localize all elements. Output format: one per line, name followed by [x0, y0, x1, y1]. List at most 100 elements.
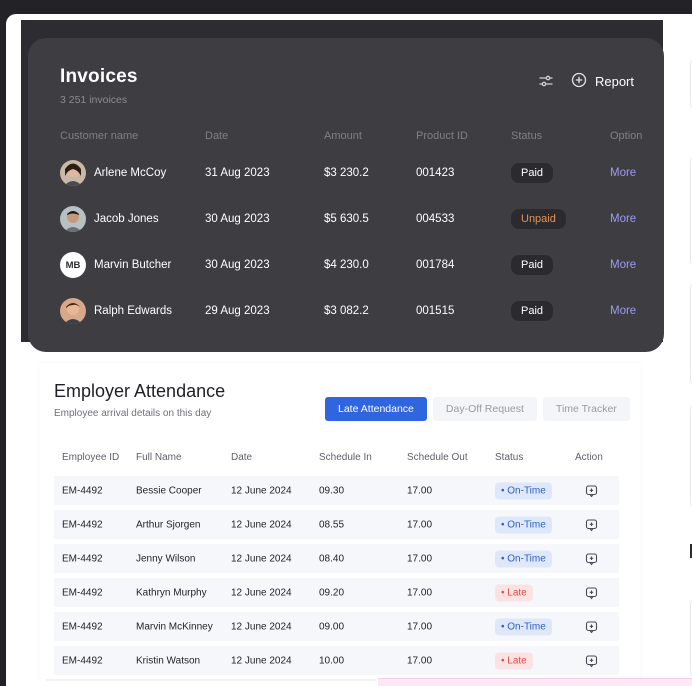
invoice-amount: $4 230.0 [324, 259, 369, 271]
message-icon[interactable] [585, 518, 598, 531]
col-full-name: Full Name [136, 452, 182, 463]
col-action: Action [575, 452, 603, 463]
col-schedule-out: Schedule Out [407, 452, 468, 463]
customer-name: Jacob Jones [94, 213, 159, 225]
status-badge: • On-Time [495, 482, 552, 499]
col-schedule-in: Schedule In [319, 452, 372, 463]
table-row: EM-4492 Kristin Watson 12 June 2024 10.00 17… [54, 646, 619, 675]
product-id: 004533 [416, 213, 455, 225]
table-row: EM-4492 Jenny Wilson 12 June 2024 08.40 17.0… [54, 544, 619, 573]
table-row: MB Marvin Butcher 30 Aug 2023 $4 230.0 0… [60, 250, 650, 280]
schedule-out: 17.00 [407, 553, 433, 564]
schedule-in: 08.55 [319, 519, 345, 530]
col-option: Option [610, 130, 643, 142]
schedule-in: 09.00 [319, 621, 345, 632]
invoice-amount: $5 630.5 [324, 213, 369, 225]
table-row: EM-4492 Marvin McKinney 12 June 2024 09.00 1… [54, 612, 619, 641]
status-badge: • On-Time [495, 550, 552, 567]
invoice-date: 30 Aug 2023 [205, 259, 270, 271]
attendance-tabs: Late Attendance Day-Off Request Time Tra… [325, 397, 630, 421]
report-button[interactable]: Report [571, 72, 634, 90]
bottom-card-edge [378, 678, 692, 686]
schedule-in: 10.00 [319, 655, 345, 666]
customer-name: Arlene McCoy [94, 167, 167, 179]
invoices-title: Invoices [60, 66, 138, 87]
full-name: Marvin McKinney [136, 621, 213, 632]
employee-id: EM-4492 [62, 553, 103, 564]
more-link[interactable]: More [610, 167, 636, 179]
table-row: EM-4492 Kathryn Murphy 12 June 2024 09.20 17… [54, 578, 619, 607]
message-icon[interactable] [585, 654, 598, 667]
tab-day-off-request[interactable]: Day-Off Request [432, 397, 537, 421]
status-badge: Unpaid [511, 209, 566, 229]
page-canvas: Invoices 3 251 invoices Report Customer … [6, 14, 692, 686]
product-id: 001423 [416, 167, 455, 179]
message-icon[interactable] [585, 620, 598, 633]
col-status: Status [511, 130, 543, 142]
attendance-date: 12 June 2024 [231, 587, 292, 598]
invoice-amount: $3 082.2 [324, 305, 369, 317]
attendance-date: 12 June 2024 [231, 655, 292, 666]
message-icon[interactable] [585, 484, 598, 497]
schedule-out: 17.00 [407, 587, 433, 598]
invoices-toolbar: Report [537, 72, 634, 90]
message-icon[interactable] [585, 552, 598, 565]
attendance-date: 12 June 2024 [231, 485, 292, 496]
status-badge: Paid [511, 255, 554, 275]
col-amount: Amount [324, 130, 362, 142]
attendance-table-header: Employee ID Full Name Date Schedule In S… [54, 452, 619, 466]
avatar [60, 206, 86, 232]
full-name: Jenny Wilson [136, 553, 196, 564]
attendance-date: 12 June 2024 [231, 553, 292, 564]
more-link[interactable]: More [610, 305, 636, 317]
table-row: Arlene McCoy 31 Aug 2023 $3 230.2 001423… [60, 158, 650, 188]
col-status: Status [495, 452, 524, 463]
col-customer-name: Customer name [60, 130, 139, 142]
message-icon[interactable] [585, 586, 598, 599]
more-link[interactable]: More [610, 213, 636, 225]
status-badge: • Late [495, 584, 533, 601]
status-badge: Paid [511, 301, 554, 321]
col-employee-id: Employee ID [62, 452, 120, 463]
schedule-out: 17.00 [407, 621, 433, 632]
report-label: Report [594, 73, 634, 89]
divider [46, 679, 376, 681]
status-badge: • On-Time [495, 516, 552, 533]
product-id: 001515 [416, 305, 455, 317]
avatar [60, 298, 86, 324]
table-row: Jacob Jones 30 Aug 2023 $5 630.5 004533 … [60, 204, 650, 234]
customer-name: Marvin Butcher [94, 259, 172, 271]
table-row: EM-4492 Arthur Sjorgen 12 June 2024 08.55 17… [54, 510, 619, 539]
schedule-in: 09.20 [319, 587, 345, 598]
plus-circle-icon [571, 72, 589, 90]
employee-id: EM-4492 [62, 587, 103, 598]
tab-late-attendance[interactable]: Late Attendance [325, 397, 427, 421]
invoice-date: 29 Aug 2023 [205, 305, 270, 317]
employee-id: EM-4492 [62, 519, 103, 530]
col-date: Date [205, 130, 229, 142]
invoice-amount: $3 230.2 [324, 167, 369, 179]
tab-time-tracker[interactable]: Time Tracker [542, 397, 630, 421]
full-name: Bessie Cooper [136, 485, 202, 496]
attendance-date: 12 June 2024 [231, 519, 292, 530]
invoice-date: 31 Aug 2023 [205, 167, 270, 179]
col-product-id: Product ID [416, 130, 468, 142]
invoice-date: 30 Aug 2023 [205, 213, 270, 225]
schedule-out: 17.00 [407, 655, 433, 666]
schedule-in: 08.40 [319, 553, 345, 564]
attendance-date: 12 June 2024 [231, 621, 292, 632]
filter-sliders-icon[interactable] [537, 72, 555, 90]
full-name: Kristin Watson [136, 655, 201, 666]
status-badge: • Late [495, 652, 533, 669]
invoices-table-header: Customer name Date Amount Product ID Sta… [60, 130, 650, 144]
more-link[interactable]: More [610, 259, 636, 271]
status-badge: Paid [511, 163, 554, 183]
full-name: Kathryn Murphy [136, 587, 207, 598]
schedule-in: 09.30 [319, 485, 345, 496]
avatar: MB [60, 252, 86, 278]
product-id: 001784 [416, 259, 455, 271]
avatar [60, 160, 86, 186]
schedule-out: 17.00 [407, 519, 433, 530]
employee-id: EM-4492 [62, 621, 103, 632]
employee-id: EM-4492 [62, 485, 103, 496]
